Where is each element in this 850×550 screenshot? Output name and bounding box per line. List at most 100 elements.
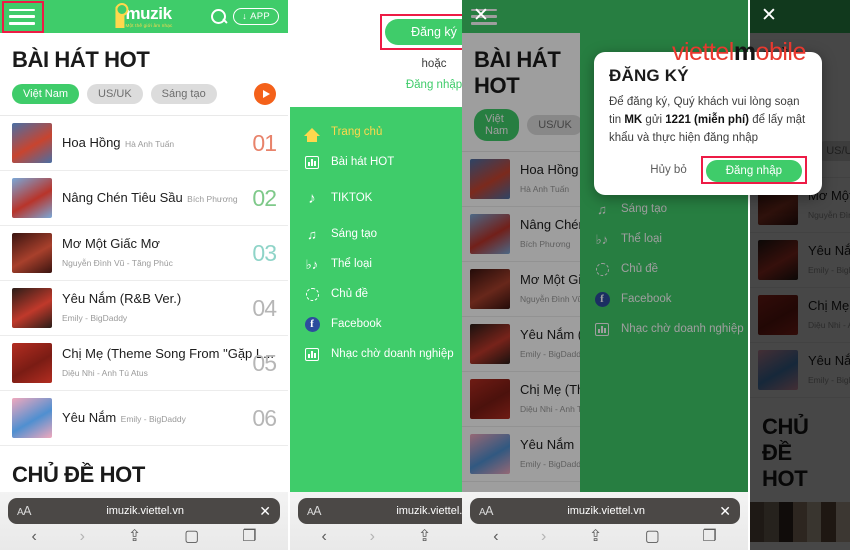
album-art xyxy=(12,123,52,163)
panel-1-content: muzik Một thế giới âm nhạc ↓ APP BÀI HÁT… xyxy=(0,0,288,550)
browser-toolbar-1: ‹ › ⇪ ▢ ❐ xyxy=(0,524,288,550)
play-all-button[interactable] xyxy=(254,83,276,105)
song-row[interactable]: Yêu Nắm Emily - BigDaddy 06 xyxy=(0,391,288,446)
song-artist: Hà Anh Tuấn xyxy=(125,139,175,149)
close-icon-3[interactable]: ✕ xyxy=(473,6,489,25)
song-meta: Mơ Một Giấc Mơ Nguyễn Đình Vũ - Tăng Phú… xyxy=(62,235,242,271)
url-text-3: imuzik.viettel.vn xyxy=(567,505,645,517)
forward-button-2[interactable]: › xyxy=(370,529,375,545)
share-button-1[interactable]: ⇪ xyxy=(128,529,141,545)
drawer-item-label: Nhạc chờ doanh nghiệp xyxy=(331,348,454,360)
chip-viet-nam[interactable]: Việt Nam xyxy=(12,84,80,104)
song-rank: 03 xyxy=(252,239,277,266)
genre-filter-chips: Việt Nam US/UK Sáng tạo xyxy=(0,83,288,115)
close-icon-4[interactable]: ✕ xyxy=(761,6,777,25)
song-artist: Nguyễn Đình Vũ - Tăng Phúc xyxy=(62,258,173,268)
close-icon-1[interactable]: ✕ xyxy=(259,504,271,518)
song-meta: Nâng Chén Tiêu Sầu Bích Phương xyxy=(62,189,242,207)
song-row[interactable]: Yêu Nắm (R&B Ver.) Emily - BigDaddy 04 xyxy=(0,281,288,336)
registration-dialog: ĐĂNG KÝ Để đăng ký, Quý khách vui lòng s… xyxy=(594,52,822,196)
back-button-1[interactable]: ‹ xyxy=(31,529,36,545)
song-row[interactable]: Mơ Một Giấc Mơ Nguyễn Đình Vũ - Tăng Phú… xyxy=(0,226,288,281)
song-artist: Diệu Nhi - Anh Tú Atus xyxy=(62,368,148,378)
drawer-item-icon: ♫ xyxy=(304,226,320,242)
bookmarks-button-1[interactable]: ▢ xyxy=(184,529,199,545)
logo-wordmark: muzik xyxy=(125,3,172,23)
drawer-item-label: TIKTOK xyxy=(331,192,373,204)
forward-button-3[interactable]: › xyxy=(541,529,546,545)
browser-bar-3: AA imuzik.viettel.vn ✕ ‹ › ⇪ ▢ ❐ xyxy=(462,492,748,550)
drawer-item-label: Thể loại xyxy=(331,258,372,270)
song-rank: 02 xyxy=(252,184,277,211)
back-button-3[interactable]: ‹ xyxy=(493,529,498,545)
dialog-shortcode: 1221 (miễn phí) xyxy=(665,113,749,126)
song-title: Mơ Một Giấc Mơ xyxy=(62,236,160,251)
back-button-2[interactable]: ‹ xyxy=(321,529,326,545)
browser-bar-1: AA imuzik.viettel.vn ✕ ‹ › ⇪ ▢ ❐ xyxy=(0,492,288,550)
header-actions-1: ↓ APP xyxy=(211,8,279,25)
song-artist: Emily - BigDaddy xyxy=(120,414,186,424)
bar-chart-icon xyxy=(305,155,319,169)
drawer-item-icon: ♭♪ xyxy=(304,256,320,272)
share-button-2[interactable]: ⇪ xyxy=(418,529,431,545)
album-art xyxy=(12,343,52,383)
login-button[interactable]: Đăng nhập xyxy=(705,160,802,183)
album-art xyxy=(12,398,52,438)
home-icon xyxy=(304,128,320,142)
phone-panel-1: muzik Một thế giới âm nhạc ↓ APP BÀI HÁT… xyxy=(0,0,288,550)
drawer-item-icon: ♪ xyxy=(304,190,320,206)
drawer-item-icon xyxy=(304,346,320,362)
url-bar-1[interactable]: AA imuzik.viettel.vn ✕ xyxy=(8,498,280,524)
dialog-message: Để đăng ký, Quý khách vui lòng soạn tin … xyxy=(609,94,807,147)
song-artist: Bích Phương xyxy=(187,194,238,204)
page-title-hot-topics: CHỦ ĐỀ HOT xyxy=(12,462,145,487)
close-icon-url-3[interactable]: ✕ xyxy=(719,504,731,518)
song-title: Yêu Nắm (R&B Ver.) xyxy=(62,291,182,306)
song-row[interactable]: Nâng Chén Tiêu Sầu Bích Phương 02 xyxy=(0,171,288,226)
bookmarks-button-3[interactable]: ▢ xyxy=(645,529,660,545)
share-button-3[interactable]: ⇪ xyxy=(589,529,602,545)
cancel-button[interactable]: Hủy bỏ xyxy=(642,160,694,180)
drawer-item-label: Trang chủ xyxy=(331,126,383,138)
screenshot-stage: muzik Một thế giới âm nhạc ↓ APP BÀI HÁT… xyxy=(0,0,850,550)
download-app-button[interactable]: ↓ APP xyxy=(233,8,279,25)
album-art xyxy=(12,233,52,273)
tabs-button-3[interactable]: ❐ xyxy=(702,529,716,545)
song-meta: Yêu Nắm (R&B Ver.) Emily - BigDaddy xyxy=(62,290,242,326)
song-rank: 04 xyxy=(252,294,277,321)
chip-sang-tao[interactable]: Sáng tạo xyxy=(150,84,217,104)
song-title: Hoa Hồng xyxy=(62,135,121,150)
hot-songs-list: Hoa Hồng Hà Anh Tuấn 01 Nâng Chén Tiêu S… xyxy=(0,115,288,446)
drawer-item-icon xyxy=(304,124,320,142)
album-art xyxy=(12,178,52,218)
drawer-item-icon xyxy=(304,286,320,302)
song-title: Yêu Nắm xyxy=(62,410,117,425)
song-row[interactable]: Hoa Hồng Hà Anh Tuấn 01 xyxy=(0,116,288,171)
song-row[interactable]: Chị Mẹ (Theme Song From "Gặp L... Diệu N… xyxy=(0,336,288,391)
search-icon[interactable] xyxy=(211,9,227,24)
url-bar-3[interactable]: AA imuzik.viettel.vn ✕ xyxy=(470,498,740,524)
circle-dashed-icon xyxy=(305,287,319,301)
highlight-hamburger xyxy=(2,1,44,33)
text-size-icon-1[interactable]: AA xyxy=(17,504,32,518)
drawer-item-icon xyxy=(304,154,320,170)
playlist-icon: ♭♪ xyxy=(305,256,319,272)
download-arrow-icon: ↓ xyxy=(242,11,248,21)
song-rank: 05 xyxy=(252,349,277,376)
text-size-icon-2[interactable]: AA xyxy=(307,504,322,518)
text-size-icon-3[interactable]: AA xyxy=(479,504,494,518)
highlight-login-button: Đăng nhập xyxy=(700,156,807,185)
song-rank: 06 xyxy=(252,404,277,431)
dialog-message-part-2: gửi xyxy=(642,113,666,126)
album-art xyxy=(12,288,52,328)
forward-button-1[interactable]: › xyxy=(80,529,85,545)
chip-us-uk[interactable]: US/UK xyxy=(87,84,143,104)
dialog-actions: Hủy bỏ Đăng nhập xyxy=(609,156,807,185)
imuzik-logo: muzik Một thế giới âm nhạc xyxy=(115,3,172,29)
song-meta: Chị Mẹ (Theme Song From "Gặp L... Diệu N… xyxy=(62,345,274,381)
tabs-button-1[interactable]: ❐ xyxy=(242,529,256,545)
drawer-item-label: Chủ đề xyxy=(331,288,369,300)
logo-text: muzik Một thế giới âm nhạc xyxy=(125,5,172,29)
song-rank: 01 xyxy=(252,129,277,156)
facebook-icon: f xyxy=(304,316,320,332)
